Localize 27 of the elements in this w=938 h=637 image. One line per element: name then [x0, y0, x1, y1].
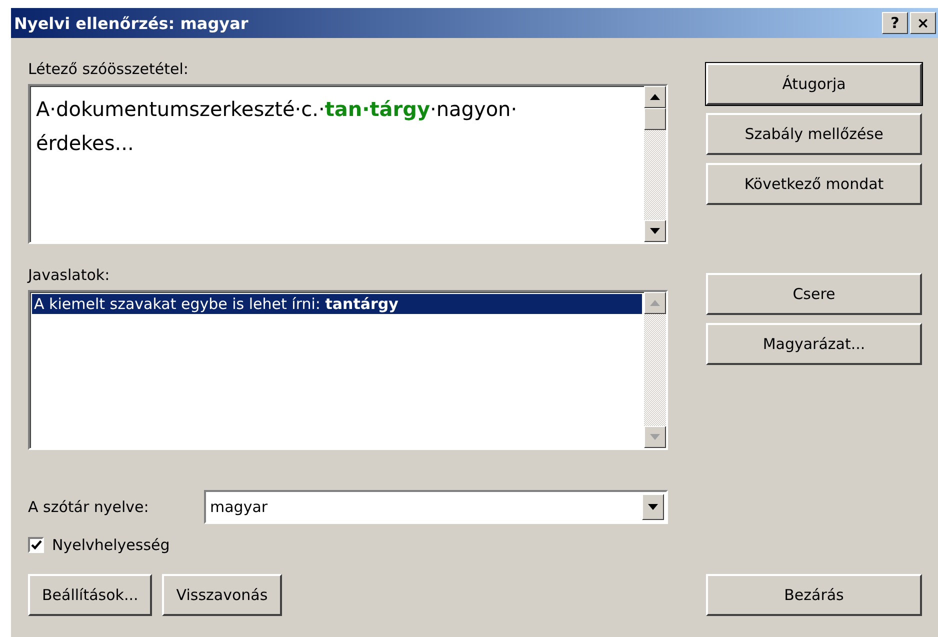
window-title: Nyelvi ellenőrzés: magyar — [14, 14, 248, 32]
grammar-checkbox-label: Nyelvhelyesség — [52, 536, 170, 554]
scroll-thumb[interactable] — [644, 108, 666, 130]
action-button[interactable]: Magyarázat... — [706, 323, 922, 365]
scrollbar[interactable] — [644, 292, 666, 448]
suggestions-label: Javaslatok: — [28, 266, 111, 284]
help-button[interactable]: ? — [882, 12, 908, 34]
down-arrow-icon — [650, 434, 660, 440]
action-button[interactable]: Átugorja — [706, 63, 922, 105]
down-arrow-icon — [650, 228, 660, 234]
action-button[interactable]: Beállítások... — [28, 574, 152, 616]
sentence-text-area[interactable]: A·dokumentumszerkeszté·c.·tan·tárgy·nagyon· érdekes... — [28, 84, 668, 244]
compound-label: Létező szóösszetétel: — [28, 60, 190, 78]
action-button[interactable]: Csere — [706, 273, 922, 315]
up-arrow-icon — [650, 300, 660, 306]
suggestion-item[interactable]: A kiemelt szavakat egybe is lehet írni: tantárgy — [32, 294, 642, 314]
action-button[interactable]: Szabály mellőzése — [706, 113, 922, 155]
scrollbar[interactable] — [644, 86, 666, 242]
dictionary-label: A szótár nyelve: — [28, 498, 149, 516]
language-dropdown[interactable]: magyar — [204, 490, 668, 524]
close-dialog-button[interactable]: Bezárás — [706, 574, 922, 616]
action-button[interactable]: Visszavonás — [162, 574, 282, 616]
grammar-checkbox[interactable] — [28, 537, 44, 553]
dropdown-arrow-icon — [648, 504, 658, 510]
up-arrow-icon — [650, 94, 660, 100]
close-button[interactable]: × — [910, 12, 936, 34]
action-button[interactable]: Következő mondat — [706, 163, 922, 205]
